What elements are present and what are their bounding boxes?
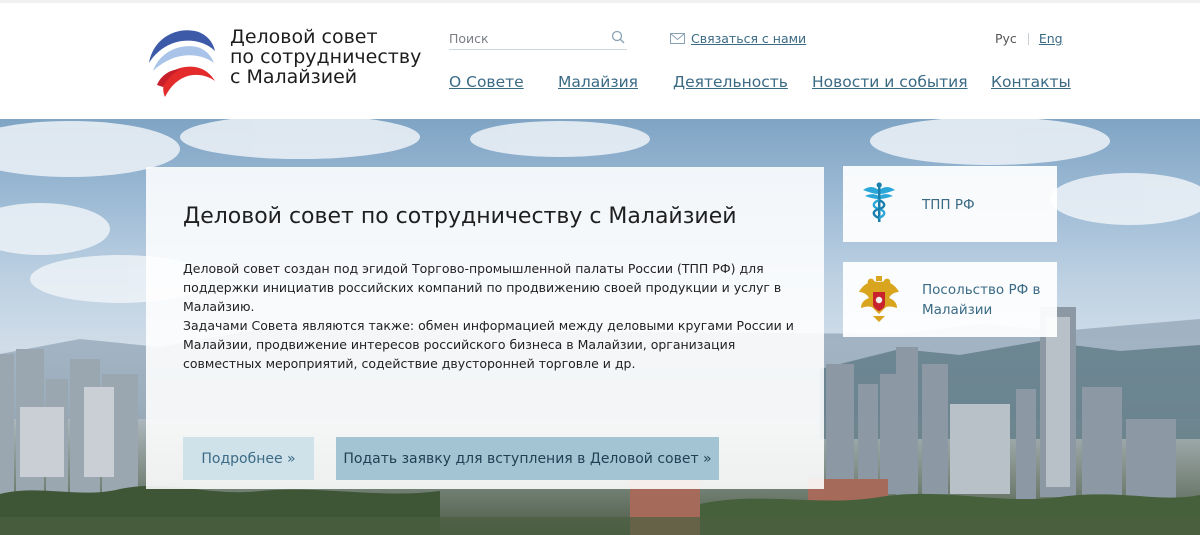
nav-item-contacts[interactable]: Контакты bbox=[991, 73, 1071, 91]
nav-item-news[interactable]: Новости и события bbox=[812, 73, 968, 91]
lang-ru[interactable]: Рус bbox=[995, 31, 1017, 46]
search-box bbox=[449, 29, 627, 50]
join-council-button[interactable]: Подать заявку для вступления в Деловой с… bbox=[336, 437, 719, 480]
council-logo-icon[interactable] bbox=[143, 25, 219, 99]
hero-title: Деловой совет по сотрудничеству с Малайз… bbox=[183, 204, 737, 229]
side-link-embassy[interactable]: Посольство РФ в Малайзии bbox=[843, 262, 1057, 337]
russian-coat-of-arms-icon bbox=[859, 276, 899, 322]
hero-section: Деловой совет по сотрудничеству с Малайз… bbox=[0, 119, 1200, 535]
hero-paragraph-1: Деловой совет создан под эгидой Торгово-… bbox=[183, 261, 782, 314]
mail-icon bbox=[670, 33, 685, 44]
nav-item-activities[interactable]: Деятельность bbox=[673, 73, 788, 91]
brand-name-line-3: с Малайзией bbox=[230, 66, 358, 88]
contact-us: Связаться с нами bbox=[670, 31, 806, 46]
nav-item-about[interactable]: О Совете bbox=[449, 73, 524, 91]
side-link-embassy-label: Посольство РФ в Малайзии bbox=[922, 282, 1041, 318]
side-link-tpp[interactable]: ТПП РФ bbox=[843, 166, 1057, 242]
caduceus-icon bbox=[863, 182, 895, 222]
search-icon[interactable] bbox=[611, 30, 625, 44]
brand-name[interactable]: Деловой совет по сотрудничеству с Малайз… bbox=[230, 27, 430, 87]
brand-name-line-1: Деловой совет bbox=[230, 26, 378, 48]
contact-us-link[interactable]: Связаться с нами bbox=[691, 31, 806, 46]
site-header: Деловой совет по сотрудничеству с Малайз… bbox=[0, 3, 1200, 119]
main-nav: О Совете Малайзия Деятельность Новости и… bbox=[449, 73, 1071, 97]
nav-item-malaysia[interactable]: Малайзия bbox=[558, 73, 638, 91]
brand-name-line-2: по сотрудничеству bbox=[230, 46, 422, 68]
search-input[interactable] bbox=[449, 29, 599, 47]
language-switcher: Рус Eng bbox=[995, 31, 1063, 46]
lang-en[interactable]: Eng bbox=[1039, 31, 1063, 46]
more-button[interactable]: Подробнее » bbox=[183, 437, 314, 480]
lang-separator bbox=[1027, 32, 1029, 45]
side-link-tpp-label: ТПП РФ bbox=[922, 197, 975, 213]
hero-card: Деловой совет по сотрудничеству с Малайз… bbox=[146, 167, 824, 489]
hero-paragraph-2: Задачами Совета являются также: обмен ин… bbox=[183, 318, 794, 371]
